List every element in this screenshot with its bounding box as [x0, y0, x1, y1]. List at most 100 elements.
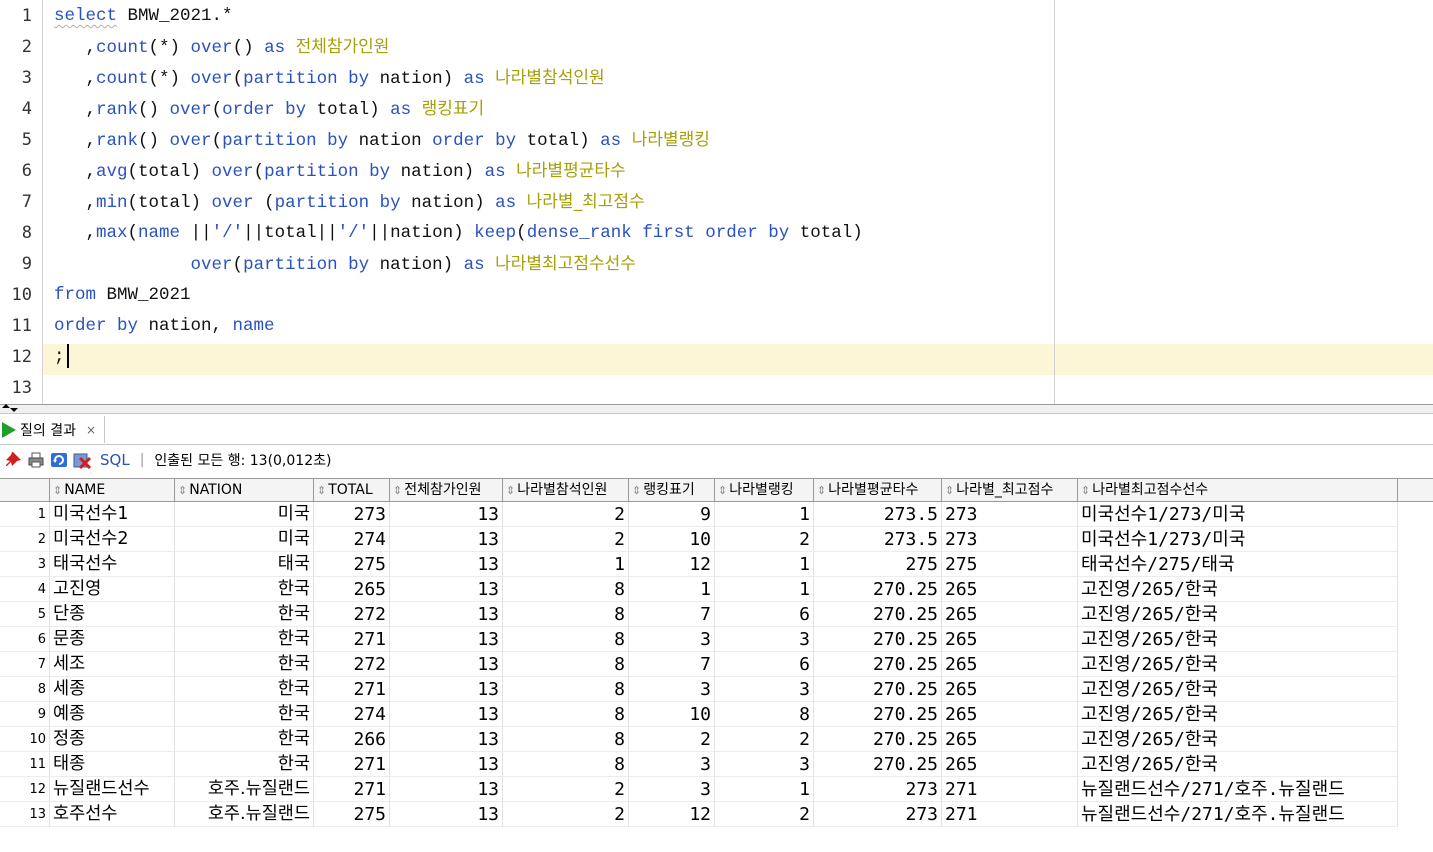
- table-row[interactable]: 2 미국선수2 미국 274 13 2 10 2 273.5 273 미국선수1/273/미국: [0, 527, 1398, 552]
- table-cell[interactable]: 세조: [50, 652, 175, 677]
- table-cell[interactable]: 단종: [50, 602, 175, 627]
- table-cell[interactable]: 태국선수/275/태국: [1078, 552, 1398, 577]
- table-cell[interactable]: 8: [503, 727, 629, 752]
- table-cell[interactable]: 1: [715, 552, 814, 577]
- table-cell[interactable]: 275: [942, 552, 1078, 577]
- table-cell[interactable]: 태국: [175, 552, 314, 577]
- print-icon[interactable]: [26, 450, 46, 470]
- table-cell[interactable]: 271: [942, 802, 1078, 827]
- table-cell[interactable]: 270.25: [814, 752, 942, 777]
- table-cell[interactable]: 정종: [50, 727, 175, 752]
- table-cell[interactable]: 13: [390, 577, 503, 602]
- sort-arrows-icon[interactable]: ⇕: [317, 484, 326, 497]
- table-cell[interactable]: 270.25: [814, 702, 942, 727]
- code-line[interactable]: from BMW_2021: [54, 280, 191, 311]
- table-cell[interactable]: 한국: [175, 677, 314, 702]
- table-cell[interactable]: 고진영/265/한국: [1078, 727, 1398, 752]
- table-cell[interactable]: 고진영/265/한국: [1078, 652, 1398, 677]
- table-row[interactable]: 9 예종 한국 274 13 8 10 8 270.25 265 고진영/265/한국: [0, 702, 1398, 727]
- table-cell[interactable]: 13: [390, 727, 503, 752]
- table-cell[interactable]: 270.25: [814, 727, 942, 752]
- table-cell[interactable]: 10: [629, 527, 715, 552]
- table-cell[interactable]: 273: [942, 527, 1078, 552]
- table-cell[interactable]: 265: [942, 652, 1078, 677]
- table-cell[interactable]: 273: [314, 502, 390, 527]
- table-cell[interactable]: 고진영/265/한국: [1078, 577, 1398, 602]
- column-header[interactable]: ⇕ NATION: [175, 479, 314, 501]
- table-cell[interactable]: 8: [715, 702, 814, 727]
- table-cell[interactable]: 문종: [50, 627, 175, 652]
- table-cell[interactable]: 272: [314, 652, 390, 677]
- code-line[interactable]: ,min(total) over (partition by nation) a…: [54, 187, 645, 218]
- table-cell[interactable]: 13: [390, 627, 503, 652]
- table-cell[interactable]: 세종: [50, 677, 175, 702]
- table-cell[interactable]: 2: [503, 777, 629, 802]
- table-cell[interactable]: 한국: [175, 702, 314, 727]
- table-cell[interactable]: 10: [629, 702, 715, 727]
- table-cell[interactable]: 한국: [175, 752, 314, 777]
- table-cell[interactable]: 한국: [175, 727, 314, 752]
- table-cell[interactable]: 미국선수2: [50, 527, 175, 552]
- table-cell[interactable]: 태국선수: [50, 552, 175, 577]
- table-cell[interactable]: 3: [629, 777, 715, 802]
- sql-editor[interactable]: 1 2 3 4 5 6 7 8 9 10 11 12 13 select BMW_2021.* ,cou…: [0, 0, 1433, 404]
- table-row[interactable]: 12 뉴질랜드선수 호주.뉴질랜드 271 13 2 3 1 273 271 뉴질랜드선수/271/…: [0, 777, 1398, 802]
- column-header[interactable]: ⇕ 나라별참석인원: [503, 479, 629, 501]
- table-cell[interactable]: 13: [390, 677, 503, 702]
- table-cell[interactable]: 미국선수1: [50, 502, 175, 527]
- table-cell[interactable]: 13: [390, 752, 503, 777]
- table-cell[interactable]: 3: [629, 677, 715, 702]
- table-cell[interactable]: 8: [503, 702, 629, 727]
- table-cell[interactable]: 뉴질랜드선수/271/호주.뉴질랜드: [1078, 802, 1398, 827]
- table-cell[interactable]: 7: [629, 602, 715, 627]
- table-row[interactable]: 5 단종 한국 272 13 8 7 6 270.25 265 고진영/265/한국: [0, 602, 1398, 627]
- table-cell[interactable]: 13: [390, 652, 503, 677]
- table-cell[interactable]: 8: [503, 577, 629, 602]
- table-cell[interactable]: 275: [314, 552, 390, 577]
- pin-icon[interactable]: [3, 450, 23, 470]
- table-cell[interactable]: 271: [314, 627, 390, 652]
- table-cell[interactable]: 8: [503, 602, 629, 627]
- table-cell[interactable]: 2: [629, 727, 715, 752]
- code-line[interactable]: ,max(name ||'/'||total||'/'||nation) kee…: [54, 218, 863, 249]
- code-line[interactable]: ,rank() over(order by total) as 랭킹표기: [54, 94, 485, 125]
- table-cell[interactable]: 6: [715, 602, 814, 627]
- table-cell[interactable]: 2: [503, 802, 629, 827]
- table-cell[interactable]: 273: [814, 802, 942, 827]
- refresh-icon[interactable]: [49, 450, 69, 470]
- table-cell[interactable]: 호주선수: [50, 802, 175, 827]
- table-cell[interactable]: 13: [390, 702, 503, 727]
- table-row[interactable]: 10 정종 한국 266 13 8 2 2 270.25 265 고진영/265/한국: [0, 727, 1398, 752]
- table-row[interactable]: 7 세조 한국 272 13 8 7 6 270.25 265 고진영/265/한국: [0, 652, 1398, 677]
- sort-arrows-icon[interactable]: ⇕: [393, 484, 402, 497]
- tab-query-result[interactable]: 질의 결과 ×: [0, 416, 106, 443]
- code-line[interactable]: ,rank() over(partition by nation order b…: [54, 125, 710, 156]
- table-cell[interactable]: 호주.뉴질랜드: [175, 777, 314, 802]
- table-cell[interactable]: 275: [314, 802, 390, 827]
- sort-arrows-icon[interactable]: ⇕: [718, 484, 727, 497]
- code-line[interactable]: ;: [54, 342, 69, 373]
- code-area[interactable]: select BMW_2021.* ,count(*) over() as 전체…: [42, 0, 1433, 404]
- table-row[interactable]: 6 문종 한국 271 13 8 3 3 270.25 265 고진영/265/한국: [0, 627, 1398, 652]
- table-cell[interactable]: 한국: [175, 652, 314, 677]
- table-cell[interactable]: 271: [942, 777, 1078, 802]
- table-cell[interactable]: 호주.뉴질랜드: [175, 802, 314, 827]
- table-cell[interactable]: 미국선수1/273/미국: [1078, 502, 1398, 527]
- table-cell[interactable]: 뉴질랜드선수/271/호주.뉴질랜드: [1078, 777, 1398, 802]
- table-cell[interactable]: 9: [629, 502, 715, 527]
- column-header[interactable]: ⇕ 랭킹표기: [629, 479, 715, 501]
- cancel-query-icon[interactable]: [72, 450, 92, 470]
- sort-arrows-icon[interactable]: ⇕: [817, 484, 826, 497]
- code-line[interactable]: ,avg(total) over(partition by nation) as…: [54, 156, 626, 187]
- table-cell[interactable]: 2: [715, 527, 814, 552]
- table-cell[interactable]: 태종: [50, 752, 175, 777]
- column-header[interactable]: ⇕ 전체참가인원: [390, 479, 503, 501]
- table-cell[interactable]: 13: [390, 552, 503, 577]
- table-cell[interactable]: 270.25: [814, 577, 942, 602]
- table-cell[interactable]: 275: [814, 552, 942, 577]
- code-line[interactable]: order by nation, name: [54, 311, 275, 342]
- table-cell[interactable]: 13: [390, 802, 503, 827]
- table-cell[interactable]: 12: [629, 802, 715, 827]
- close-tab-icon[interactable]: ×: [86, 423, 96, 437]
- code-line[interactable]: ,count(*) over() as 전체참가인원: [54, 32, 390, 63]
